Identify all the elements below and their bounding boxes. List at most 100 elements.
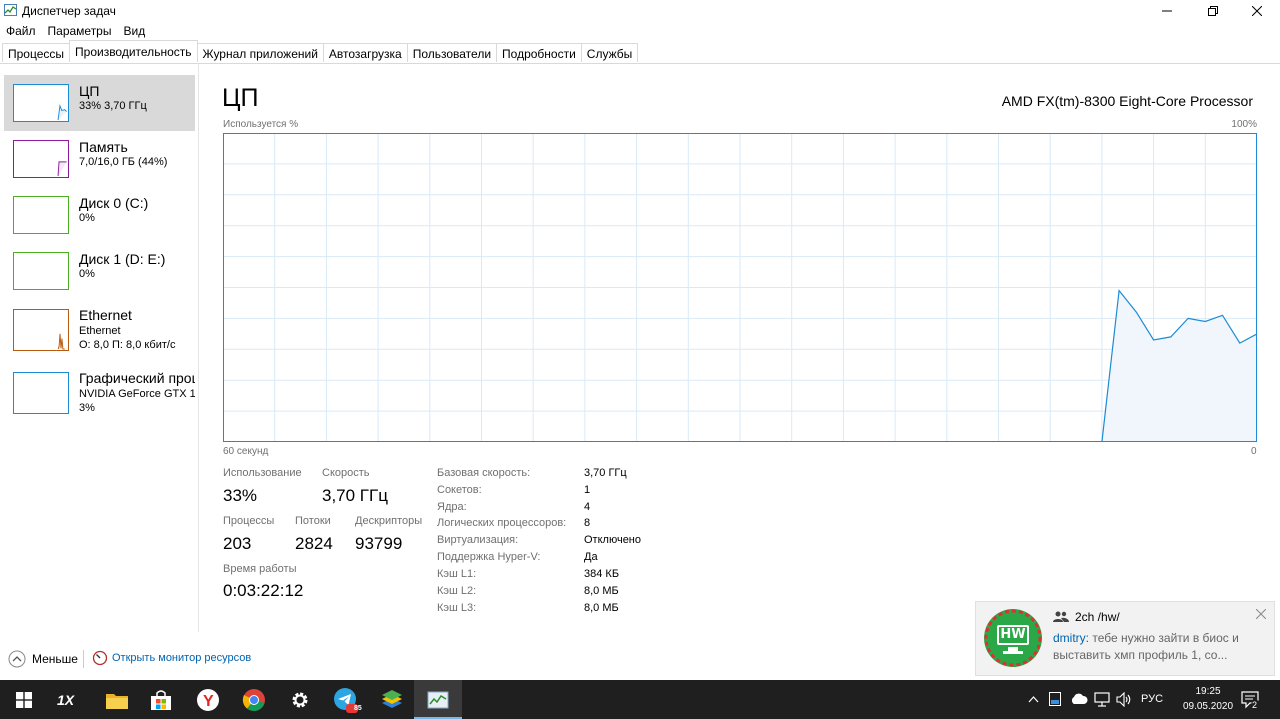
svg-text:Y: Y [203,693,214,710]
close-icon[interactable] [1256,609,1266,619]
window-title: Диспетчер задач [22,4,116,18]
tab-details[interactable]: Подробности [496,43,582,62]
info-value: 384 КБ [584,568,620,580]
handles-label: Дескрипторы [355,515,423,527]
sidebar-item-memory[interactable]: Память 7,0/16,0 ГБ (44%) [4,131,195,187]
menu-options[interactable]: Параметры [42,22,118,40]
chevron-up-icon [8,650,26,668]
taskbar-1xbet[interactable]: 1X [46,680,94,719]
notifications-icon[interactable] [1241,690,1261,710]
taskbar-settings[interactable] [276,680,324,719]
info-value: Да [584,551,598,563]
notification-message: dmitry: тебе нужно зайти в биос и выстав… [1053,630,1253,664]
telegram-unread-badge: 85 [354,705,362,712]
start-button[interactable] [0,680,48,719]
chrome-icon [242,688,265,711]
taskbar-bluestacks[interactable] [368,680,416,719]
sidebar-item-label: Диск 0 (C:) [79,195,149,211]
tab-services[interactable]: Службы [580,43,639,62]
info-value: 8,0 МБ [584,602,619,614]
info-label: Кэш L2: [437,585,477,597]
memory-mini-graph [13,140,69,178]
network-icon[interactable] [1094,692,1110,707]
fewer-details-button[interactable]: Меньше [8,650,78,668]
menu-file[interactable]: Файл [0,22,42,40]
performance-sidebar: ЦП 33% 3,70 ГГц Память 7,0/16,0 ГБ (44%)… [0,64,198,632]
tab-users[interactable]: Пользователи [406,43,498,62]
sidebar-item-ethernet[interactable]: Ethernet Ethernet О: 8,0 П: 8,0 кбит/с [4,299,195,359]
minimize-button[interactable] [1144,0,1190,22]
notification-header: 2ch /hw/ [1053,610,1120,624]
info-label: Логических процессоров: [437,517,567,529]
sidebar-item-disk-1[interactable]: Диск 1 (D: E:) 0% [4,243,195,299]
tray-app-icon[interactable] [1049,692,1061,706]
page-title: ЦП [222,84,259,112]
taskbar-yandex-browser[interactable]: Y [184,680,232,719]
volume-icon[interactable] [1116,692,1132,707]
group-icon [1053,611,1069,622]
taskbar-file-explorer[interactable] [93,680,141,719]
tab-processes[interactable]: Процессы [2,43,71,62]
taskbar-store[interactable] [137,680,185,719]
sidebar-item-gpu[interactable]: Графический процессор 0 NVIDIA GeForce G… [4,361,195,423]
telegram-notification[interactable]: HW 2ch /hw/ dmitry: тебе нужно зайти в б… [975,601,1275,676]
tab-performance[interactable]: Производительность [69,40,198,62]
sidebar-item-detail: NVIDIA GeForce GTX 1050 Ti [79,388,195,400]
disk1-mini-graph [13,252,69,290]
menu-view[interactable]: Вид [117,22,151,40]
y-axis-max-label: 100% [1231,119,1257,130]
sidebar-item-cpu[interactable]: ЦП 33% 3,70 ГГц [4,75,195,131]
bluestacks-icon [382,689,402,708]
tab-strip: Процессы Производительность Журнал прило… [2,40,639,64]
y-axis-label: Используется % [223,119,299,130]
sidebar-item-disk-0[interactable]: Диск 0 (C:) 0% [4,187,195,243]
task-manager-app-icon [4,4,17,16]
info-value: 4 [584,501,591,513]
info-value: Отключено [584,534,641,546]
resource-monitor-icon [92,650,108,666]
info-label: Поддержка Hyper-V: [437,551,541,563]
x-axis-left-label: 60 секунд [223,446,269,457]
info-label: Ядра: [437,501,467,513]
minimize-icon [1162,10,1172,12]
info-value: 1 [584,484,591,496]
speed-label: Скорость [322,467,370,479]
title-bar: Диспетчер задач [0,0,1280,22]
ethernet-mini-graph [13,309,69,351]
1xbet-icon: 1X [57,692,76,708]
info-value: 8 [584,517,591,529]
settings-icon [292,692,308,707]
restore-icon [1208,6,1218,16]
usage-label: Использование [223,467,302,479]
sidebar-item-detail: Ethernet [79,325,121,337]
restore-button[interactable] [1190,0,1236,22]
handles-value: 93799 [355,534,403,553]
chevron-up-icon[interactable] [1028,695,1039,703]
fewer-details-label: Меньше [32,652,78,666]
clock-time: 19:25 [1195,686,1221,697]
svg-text:1X: 1X [57,692,76,708]
notifications-count: 2 [1252,700,1258,710]
threads-value: 2824 [295,534,333,553]
input-language[interactable]: РУС [1141,693,1163,705]
taskbar-clock[interactable]: 19:25 09.05.2020 [1180,684,1236,714]
store-icon [151,689,171,710]
sidebar-item-label: Графический процессор 0 [79,370,195,386]
disk0-mini-graph [13,196,69,234]
sidebar-item-label: Память [79,139,128,155]
tab-app-history[interactable]: Журнал приложений [196,43,324,62]
close-button[interactable] [1234,0,1280,22]
onedrive-icon[interactable] [1070,693,1088,705]
sidebar-item-label: Ethernet [79,307,132,323]
notification-sender: dmitry: [1053,631,1089,645]
taskbar-telegram[interactable]: 85 [322,680,370,719]
tab-startup[interactable]: Автозагрузка [322,43,408,62]
processor-name: AMD FX(tm)-8300 Eight-Core Processor [1001,93,1253,109]
taskbar-task-manager[interactable] [414,680,462,719]
taskbar-chrome[interactable] [230,680,278,719]
info-label: Кэш L3: [437,602,477,614]
open-resource-monitor-link[interactable]: Открыть монитор ресурсов [92,650,251,666]
sidebar-item-label: ЦП [79,83,100,99]
cpu-mini-graph [13,84,69,122]
task-manager-icon [427,691,449,708]
